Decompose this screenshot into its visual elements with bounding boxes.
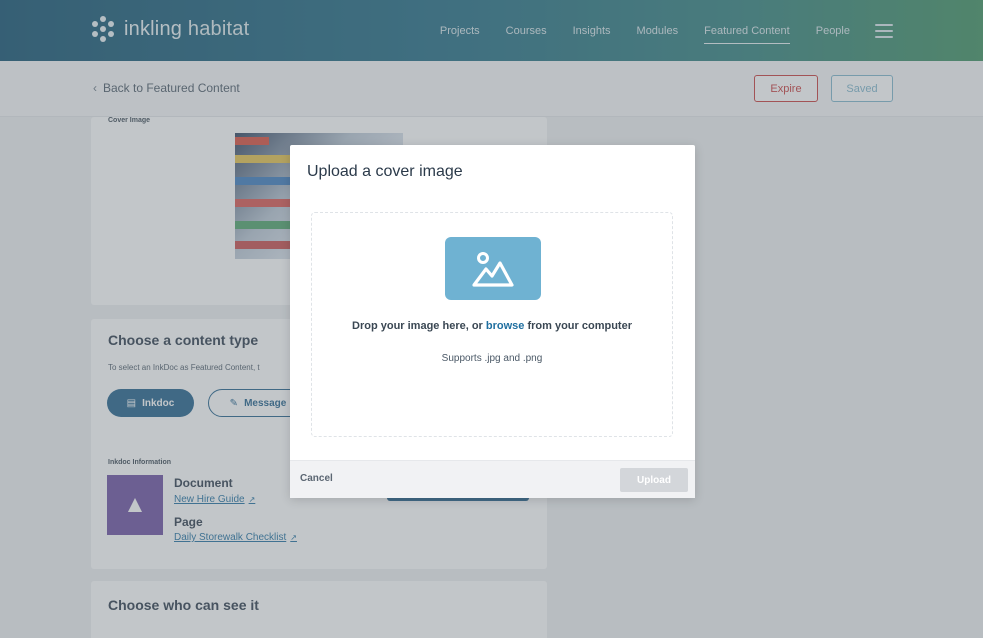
browse-link[interactable]: browse [486,320,525,332]
image-dropzone[interactable]: Drop your image here, or browse from you… [311,212,673,437]
drop-instructions: Drop your image here, or browse from you… [352,320,632,332]
modal-title: Upload a cover image [307,163,463,180]
upload-button[interactable]: Upload [620,468,688,492]
upload-cover-image-modal: Upload a cover image Drop your image her… [290,145,695,498]
cancel-button[interactable]: Cancel [300,473,333,484]
image-icon [445,237,541,300]
supported-formats-text: Supports .jpg and .png [441,353,543,364]
modal-footer: Cancel Upload [290,460,695,498]
